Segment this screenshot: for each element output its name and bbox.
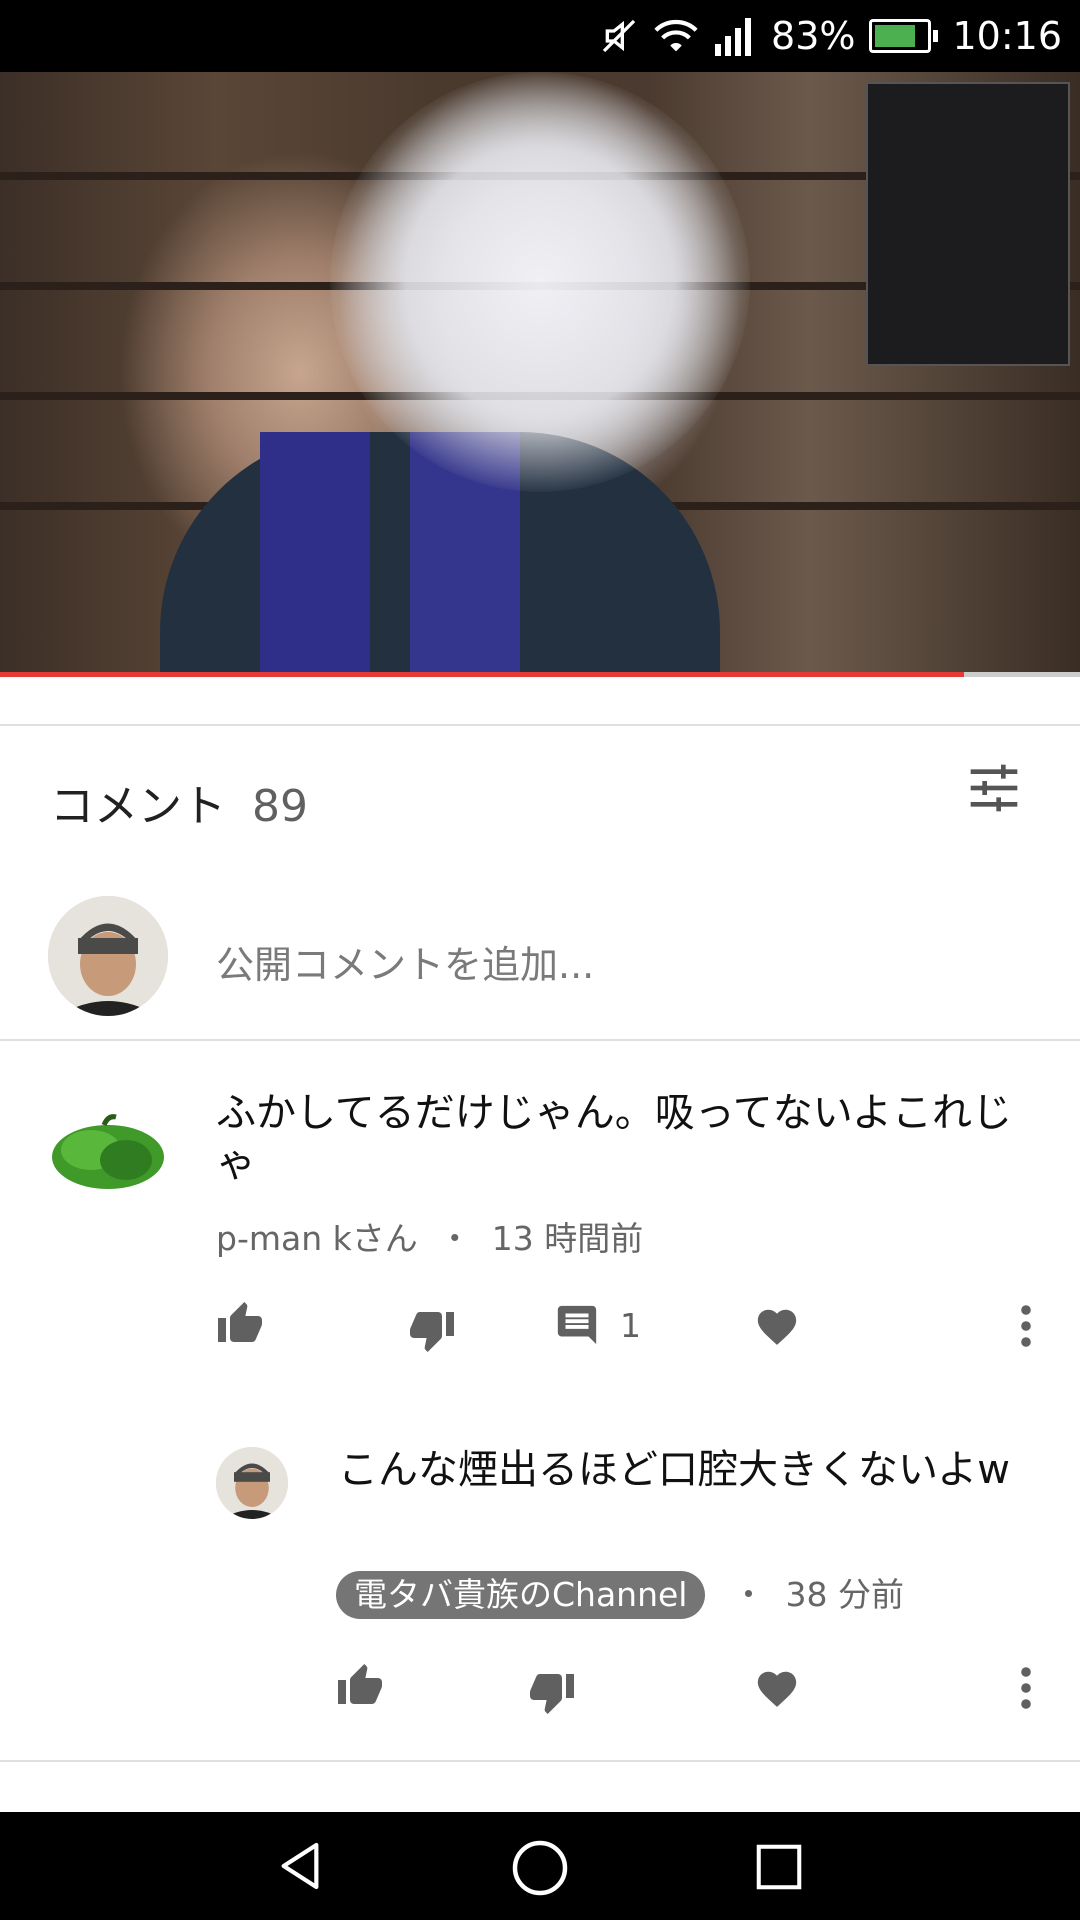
dislike-button[interactable] [408,1306,456,1358]
battery-percent: 83% [771,14,856,58]
comment-text: ふかしてるだけじゃん。吸ってないよこれじゃ [216,1090,1012,1186]
video-progress-bar[interactable] [0,672,1080,677]
user-avatar [48,896,168,1016]
navigation-bar [0,1812,1080,1920]
comment-time: 13 時間前 [491,1219,644,1258]
thumb-up-icon [336,1662,384,1714]
reply-button[interactable]: 1 [554,1302,641,1356]
home-nav-button[interactable] [510,1838,570,1902]
meta-separator: ・ [438,1219,472,1258]
reply-author-avatar[interactable] [216,1447,288,1519]
clock: 10:16 [952,14,1062,58]
video-player[interactable] [0,72,1080,675]
more-vert-icon [1010,1302,1042,1354]
reply-text: こんな煙出るほど口腔大きくないよw [338,1447,1010,1493]
heart-icon [754,1666,800,1716]
vapor-cloud [330,72,750,492]
recents-square-icon [756,1844,802,1890]
reply-like-button[interactable] [336,1662,384,1714]
recents-nav-button[interactable] [752,1840,806,1898]
video-progress-fill [0,672,965,677]
more-vert-icon [1010,1664,1042,1716]
product-rack-image [866,82,1070,366]
commenter-avatar[interactable] [46,1105,170,1195]
reply-icon [554,1302,600,1356]
meta-separator: ・ [731,1575,765,1614]
divider [0,1760,1080,1762]
divider [0,1039,1080,1041]
signal-icon [713,16,757,56]
back-triangle-icon [281,1842,319,1890]
divider [0,724,1080,726]
like-button[interactable] [216,1300,264,1352]
back-nav-button[interactable] [272,1838,328,1898]
wifi-icon [653,16,699,56]
reply-heart-button[interactable] [754,1666,800,1716]
more-options-button[interactable] [1010,1302,1042,1354]
comment-meta: p-man kさん ・ 13 時間前 [216,1212,643,1260]
reply-meta: 電タバ貴族のChannel ・ 38 分前 [336,1568,904,1619]
comments-header: コメント 89 [50,770,308,834]
thumb-down-icon [408,1306,456,1358]
status-bar: 83% 10:16 [0,0,1080,72]
comment-author[interactable]: p-man kさん [216,1219,418,1258]
comments-title: コメント [50,781,226,832]
channel-owner-badge[interactable]: 電タバ貴族のChannel [336,1571,706,1619]
battery-icon [869,19,939,53]
reply-count: 1 [620,1305,641,1345]
mute-icon [599,16,639,56]
heart-icon [754,1304,800,1354]
comments-count: 89 [252,781,308,832]
home-circle-icon [512,1840,568,1896]
reply-dislike-button[interactable] [528,1668,576,1720]
sort-filter-icon[interactable] [966,760,1022,816]
thumb-up-icon [216,1300,264,1352]
reply-more-options-button[interactable] [1010,1664,1042,1716]
heart-button[interactable] [754,1304,800,1354]
reply-time: 38 分前 [785,1575,904,1614]
thumb-down-icon [528,1668,576,1720]
add-comment-input[interactable]: 公開コメントを追加... [216,934,594,989]
